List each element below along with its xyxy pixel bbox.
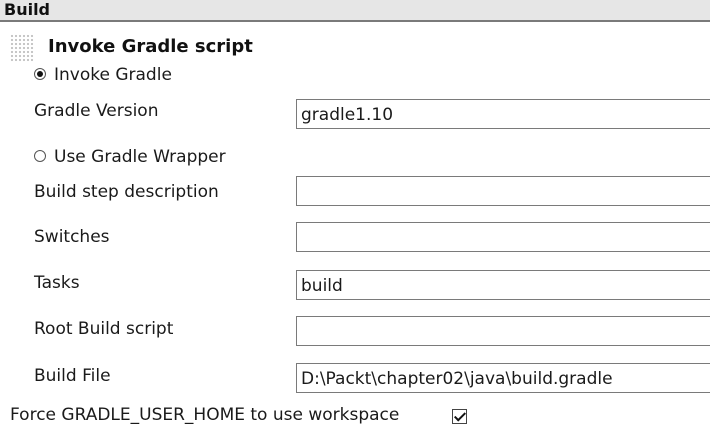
tasks-label: Tasks [34, 273, 80, 293]
use-gradle-wrapper-radio[interactable] [34, 150, 46, 162]
build-config-page: Build Invoke Gradle script Invoke Gradle… [0, 0, 710, 431]
force-gradle-user-home-checkbox[interactable] [452, 409, 467, 424]
invoke-gradle-label[interactable]: Invoke Gradle [54, 64, 172, 86]
build-file-input[interactable] [296, 363, 710, 393]
build-file-label: Build File [34, 366, 111, 386]
build-step-description-label: Build step description [34, 182, 219, 202]
gradle-version-label: Gradle Version [34, 101, 159, 121]
build-section-title: Build [4, 0, 51, 19]
build-step-title: Invoke Gradle script [48, 36, 253, 57]
drag-handle-icon[interactable] [10, 34, 34, 62]
root-build-script-input[interactable] [296, 316, 710, 346]
force-gradle-user-home-label: Force GRADLE_USER_HOME to use workspace [10, 405, 400, 425]
build-section-header: Build [0, 0, 710, 22]
use-gradle-wrapper-label[interactable]: Use Gradle Wrapper [54, 146, 226, 168]
gradle-version-input[interactable] [296, 99, 710, 129]
invoke-gradle-radio[interactable] [34, 68, 46, 80]
build-step-description-input[interactable] [296, 176, 710, 206]
switches-label: Switches [34, 227, 110, 247]
tasks-input[interactable] [296, 270, 710, 300]
switches-input[interactable] [296, 222, 710, 252]
root-build-script-label: Root Build script [34, 319, 174, 339]
